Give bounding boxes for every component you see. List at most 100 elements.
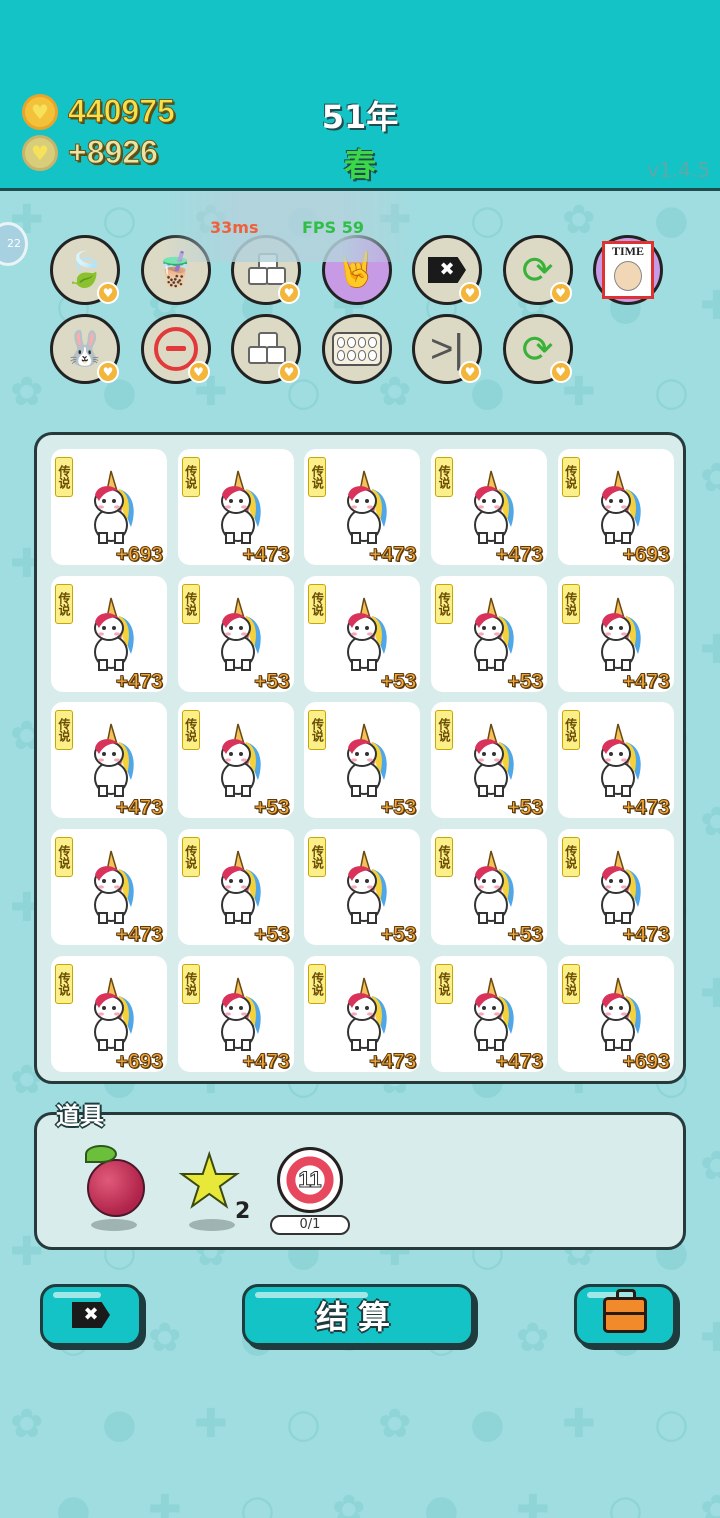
board-cell[interactable]: 传说 +53 <box>431 575 548 693</box>
pattern-glyph: ✿ <box>700 1487 720 1518</box>
settle-label: 结算 <box>315 1298 400 1336</box>
skill-button[interactable]: 🐰 ♥ <box>50 314 120 384</box>
heart-badge-icon: ♥ <box>278 361 300 383</box>
target-prop[interactable]: 11 <box>277 1147 343 1213</box>
board-cell[interactable]: 传说 +53 <box>177 575 294 693</box>
rarity-badge: 传说 <box>55 963 73 1004</box>
board-cell[interactable]: 传说 +693 <box>51 449 167 567</box>
rarity-badge: 传说 <box>181 837 200 878</box>
version-label: v1.4.5 <box>647 158 710 182</box>
lychee-prop[interactable] <box>87 1159 145 1217</box>
rarity-badge: 传说 <box>561 583 580 624</box>
unicorn-icon <box>334 974 394 1054</box>
fps-readout: FPS 59 <box>302 218 365 237</box>
button-shine <box>255 1292 368 1298</box>
pattern-glyph: ● <box>470 1401 505 1447</box>
board-cell[interactable]: 传说 +53 <box>304 575 421 693</box>
rarity-badge: 传说 <box>308 583 327 624</box>
cell-bonus: +53 <box>380 669 417 693</box>
rarity-badge: 传说 <box>435 963 454 1004</box>
cell-bonus: +473 <box>495 543 544 567</box>
skill-button[interactable]: >| ♥ <box>412 314 482 384</box>
star-prop[interactable]: ★ <box>176 1144 243 1218</box>
skill-button[interactable] <box>321 314 392 384</box>
cell-bonus: +473 <box>242 543 290 567</box>
unicorn-icon <box>588 847 648 927</box>
heart-badge-icon: ♥ <box>97 282 119 304</box>
unicorn-icon <box>461 467 521 547</box>
refresh-icon: ⟳ <box>521 327 554 371</box>
unicorn-icon <box>588 594 648 674</box>
pattern-glyph: ✚ <box>700 627 720 673</box>
pattern-glyph: ✿ <box>10 369 44 415</box>
coin-icon <box>22 94 58 130</box>
inventory-button[interactable] <box>574 1284 676 1346</box>
unicorn-icon <box>208 467 268 547</box>
board-cell[interactable]: 传说 +473 <box>177 955 294 1073</box>
rarity-badge: 传说 <box>561 963 580 1004</box>
pattern-glyph: ✿ <box>700 799 720 845</box>
cell-bonus: +473 <box>369 1049 417 1073</box>
briefcase-icon <box>603 1289 647 1333</box>
remove-tag-icon: ✖ <box>428 257 466 283</box>
cell-bonus: +53 <box>254 923 291 947</box>
pattern-glyph: ✿ <box>700 455 720 501</box>
rarity-badge: 传说 <box>181 583 200 624</box>
heart-badge-icon: ♥ <box>459 282 481 304</box>
year-label: 51年 <box>321 98 399 136</box>
board-cell[interactable]: 传说 +473 <box>557 575 674 693</box>
cell-bonus: +53 <box>507 923 544 947</box>
board-cell[interactable]: 传说 +53 <box>431 702 548 820</box>
skill-button[interactable]: ⟳ ♥ <box>502 235 573 305</box>
board-cell[interactable]: 传说 +693 <box>557 955 674 1073</box>
pattern-glyph: ✚ <box>148 1487 182 1518</box>
board-cell[interactable]: 传说 +693 <box>557 449 674 567</box>
cell-bonus: +473 <box>115 669 163 693</box>
rarity-badge: 传说 <box>55 583 73 624</box>
rarity-badge: 传说 <box>308 837 327 878</box>
board-cell[interactable]: 传说 +473 <box>431 955 548 1073</box>
coin-income: +8926 <box>68 134 159 171</box>
board-cell[interactable]: 传说 +53 <box>431 829 548 947</box>
refresh-icon: ⟳ <box>521 248 554 292</box>
star-count: 2 <box>235 1199 251 1224</box>
board-cell[interactable]: 传说 +473 <box>304 955 421 1073</box>
unicorn-icon <box>81 594 141 674</box>
board-cell[interactable]: 传说 +473 <box>557 702 674 820</box>
coin-total: 440975 <box>68 93 176 130</box>
board-cell[interactable]: 传说 +473 <box>51 829 167 947</box>
board-cell[interactable]: 传说 +53 <box>304 829 421 947</box>
rarity-badge: 传说 <box>181 963 200 1004</box>
board-cell[interactable]: 传说 +53 <box>177 829 294 947</box>
board-cell[interactable]: 传说 +473 <box>177 449 294 567</box>
skill-button[interactable]: ♥ <box>231 314 301 384</box>
board-cell[interactable]: 传说 +473 <box>557 829 674 947</box>
unicorn-icon <box>334 847 394 927</box>
skill-button[interactable]: TIME <box>593 235 663 305</box>
cell-bonus: +53 <box>507 796 544 820</box>
pattern-glyph: ✚ <box>194 1401 228 1447</box>
board-cell[interactable]: 传说 +473 <box>431 449 548 567</box>
board-cell[interactable]: 传说 +693 <box>51 955 167 1073</box>
pattern-glyph: ○ <box>102 197 137 243</box>
board-cell[interactable]: 传说 +473 <box>51 575 167 693</box>
board-cell[interactable]: 传说 +53 <box>177 702 294 820</box>
rarity-badge: 传说 <box>561 837 580 878</box>
remove-button[interactable]: ✖ <box>40 1284 142 1346</box>
board-cell[interactable]: 传说 +53 <box>304 702 421 820</box>
cell-bonus: +693 <box>622 1049 670 1073</box>
skill-button[interactable]: ✖ ♥ <box>412 235 482 305</box>
cell-bonus: +693 <box>622 543 670 567</box>
board-cell[interactable]: 传说 +473 <box>51 702 167 820</box>
board-cell[interactable]: 传说 +473 <box>304 449 421 567</box>
skill-button[interactable]: ⟳ ♥ <box>502 314 573 384</box>
cell-bonus: +473 <box>622 796 670 820</box>
settle-button[interactable]: 结算 <box>242 1284 474 1346</box>
skill-button[interactable]: 🍃 ♥ <box>50 235 120 305</box>
rarity-badge: 传说 <box>181 457 200 497</box>
pattern-glyph: ● <box>56 1487 91 1518</box>
unicorn-icon <box>334 594 394 674</box>
pattern-glyph: ○ <box>608 1487 643 1518</box>
unicorn-icon <box>334 720 394 800</box>
skill-button[interactable]: ♥ <box>140 314 211 384</box>
